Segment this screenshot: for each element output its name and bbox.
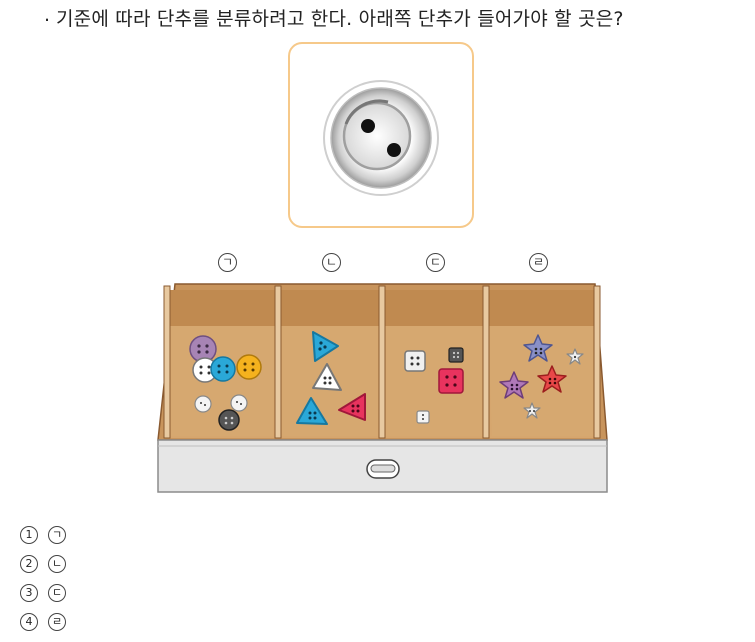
choice-answer: ㄹ: [48, 612, 66, 631]
compartment-label-3: ㄷ: [426, 253, 445, 272]
choice-4[interactable]: 4 ㄹ: [20, 607, 66, 636]
sample-button-card: [288, 42, 474, 228]
answer-choices: 1 ㄱ 2 ㄴ 3 ㄷ 4 ㄹ: [20, 520, 66, 636]
button-drawer: [155, 248, 610, 502]
choice-1[interactable]: 1 ㄱ: [20, 520, 66, 549]
choice-3[interactable]: 3 ㄷ: [20, 578, 66, 607]
compartment-label-4: ㄹ: [529, 253, 548, 272]
choice-number: 4: [20, 612, 38, 631]
compartment-label-1: ㄱ: [218, 253, 237, 272]
choice-answer: ㄴ: [48, 554, 66, 573]
choice-answer: ㄷ: [48, 583, 66, 602]
question-marker: .: [44, 4, 51, 26]
drawer-image: [157, 283, 608, 493]
choice-2[interactable]: 2 ㄴ: [20, 549, 66, 578]
sample-round-button-image: [323, 80, 439, 196]
choice-number: 1: [20, 525, 38, 544]
question-text: 기준에 따라 단추를 분류하려고 한다. 아래쪽 단추가 들어가야 할 곳은?: [56, 8, 624, 30]
compartment-label-2: ㄴ: [322, 253, 341, 272]
choice-number: 3: [20, 583, 38, 602]
choice-answer: ㄱ: [48, 525, 66, 544]
choice-number: 2: [20, 554, 38, 573]
